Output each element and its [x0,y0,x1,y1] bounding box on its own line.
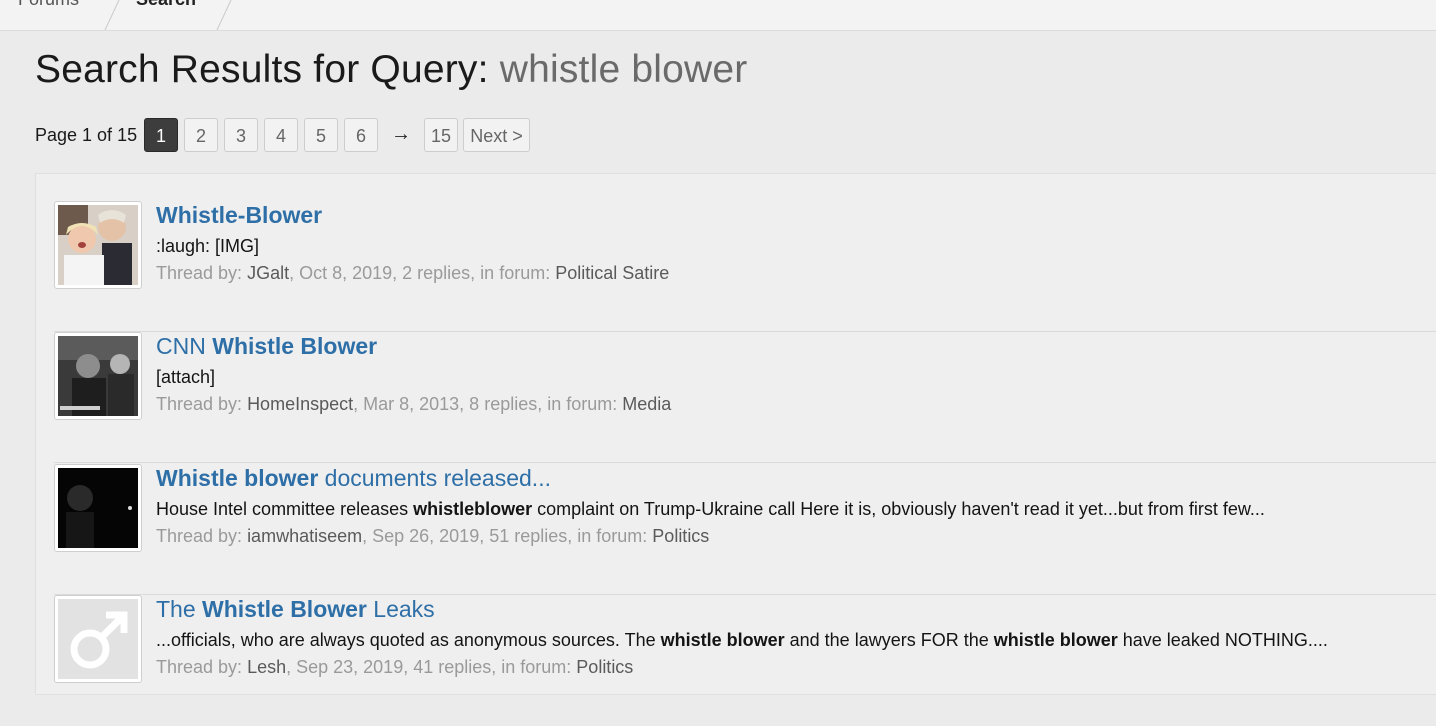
page-button-6[interactable]: 6 [344,118,378,152]
result-snippet: House Intel committee releases whistlebl… [156,499,1265,520]
result-title-link[interactable]: CNN Whistle Blower [156,333,377,360]
page-info: Page 1 of 15 [35,125,138,145]
result-author-link[interactable]: HomeInspect [247,394,353,414]
result-forum-link[interactable]: Media [622,394,671,414]
snippet-text: complaint on Trump-Ukraine call Here it … [532,499,1265,519]
page-button-last[interactable]: 15 [424,118,458,152]
breadcrumb-forums[interactable]: Forums [18,0,79,10]
avatar[interactable] [54,464,142,552]
result-title-text: Leaks [366,596,435,622]
search-result: CNN Whistle Blower [attach] Thread by: H… [54,332,1436,463]
divider [54,462,1436,463]
result-date-replies: , Oct 8, 2019, 2 replies, in forum: [289,263,551,283]
breadcrumb-separator [103,0,122,30]
result-author-link[interactable]: JGalt [247,263,289,283]
breadcrumb-separator [215,0,234,30]
result-title-highlight: Whistle blower [156,465,319,491]
result-title-link[interactable]: Whistle blower documents released... [156,465,551,492]
result-meta: Thread by: HomeInspect, Mar 8, 2013, 8 r… [156,394,671,415]
page-jump-arrow-icon[interactable]: → [391,123,411,146]
page-button-5[interactable]: 5 [304,118,338,152]
snippet-highlight: whistle blower [660,630,785,650]
result-date-replies: , Sep 26, 2019, 51 replies, in forum: [362,526,648,546]
next-page-button[interactable]: Next > [463,118,530,152]
search-result: Whistle blower documents released... Hou… [54,464,1436,595]
page-button-1[interactable]: 1 [144,118,178,152]
search-results-list: Whistle-Blower :laugh: [IMG] Thread by: … [35,173,1436,695]
snippet-text: [attach] [156,367,216,387]
photo-avatar-icon [58,468,138,548]
result-forum-link[interactable]: Political Satire [555,263,669,283]
result-title-highlight: Whistle Blower [212,333,378,359]
photo-avatar-icon [58,205,138,285]
result-snippet: [attach] [156,367,215,388]
page-title: Search Results for Query: whistle blower [35,48,747,92]
result-title-text: CNN [156,333,213,359]
meta-label: Thread by: [156,263,243,283]
result-author-link[interactable]: iamwhatiseem [247,526,362,546]
result-forum-link[interactable]: Politics [652,526,709,546]
result-meta: Thread by: JGalt, Oct 8, 2019, 2 replies… [156,263,669,284]
page-button-3[interactable]: 3 [224,118,258,152]
breadcrumb-search[interactable]: Search [136,0,196,10]
result-title-link[interactable]: The Whistle Blower Leaks [156,596,435,623]
meta-label: Thread by: [156,394,243,414]
result-title-text: documents released... [318,465,551,491]
page-button-2[interactable]: 2 [184,118,218,152]
result-snippet: ...officials, who are always quoted as a… [156,630,1328,651]
avatar[interactable] [54,201,142,289]
photo-avatar-icon [58,336,138,416]
result-date-replies: , Mar 8, 2013, 8 replies, in forum: [353,394,618,414]
snippet-highlight: whistle blower [993,630,1118,650]
result-title-highlight: Whistle Blower [202,596,367,622]
snippet-text: ...officials, who are always quoted as a… [156,630,661,650]
result-title-text: Whistle-Blower [156,202,323,228]
male-symbol-icon [58,599,138,679]
result-title-link[interactable]: Whistle-Blower [156,202,322,229]
result-snippet: :laugh: [IMG] [156,236,259,257]
meta-label: Thread by: [156,657,243,677]
result-forum-link[interactable]: Politics [576,657,633,677]
snippet-text: and the lawyers FOR the [784,630,994,650]
search-query: whistle blower [499,48,748,91]
page-title-prefix: Search Results for Query: [35,48,489,91]
result-author-link[interactable]: Lesh [247,657,286,677]
snippet-text: :laugh: [IMG] [156,236,260,256]
result-meta: Thread by: iamwhatiseem, Sep 26, 2019, 5… [156,526,709,547]
avatar[interactable] [54,595,142,683]
page-button-4[interactable]: 4 [264,118,298,152]
snippet-text: House Intel committee releases [156,499,414,519]
result-date-replies: , Sep 23, 2019, 41 replies, in forum: [286,657,572,677]
snippet-highlight: whistleblower [413,499,533,519]
result-meta: Thread by: Lesh, Sep 23, 2019, 41 replie… [156,657,633,678]
search-result: Whistle-Blower :laugh: [IMG] Thread by: … [54,201,1436,332]
result-title-text: The [156,596,203,622]
search-result: The Whistle Blower Leaks ...officials, w… [54,595,1436,726]
breadcrumb: Forums Search [0,0,1436,31]
snippet-text: have leaked NOTHING.... [1117,630,1328,650]
meta-label: Thread by: [156,526,243,546]
avatar[interactable] [54,332,142,420]
